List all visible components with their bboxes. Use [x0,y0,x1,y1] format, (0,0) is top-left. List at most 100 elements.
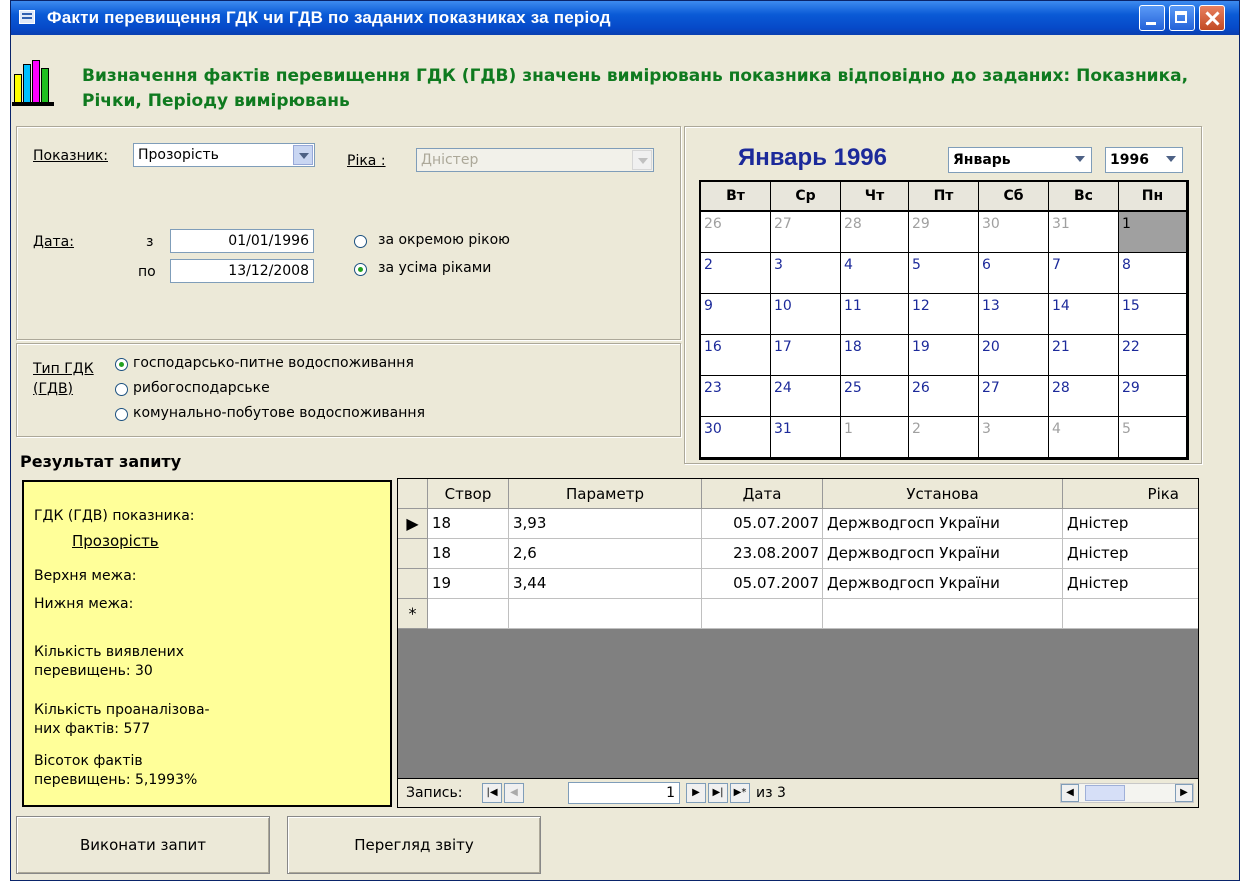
calendar-day[interactable]: 18 [841,335,909,376]
calendar-day[interactable]: 7 [1049,253,1119,294]
calendar-day-other[interactable]: 27 [771,212,841,253]
indicator-dropdown[interactable]: Прозорість [133,143,315,167]
table-cell[interactable]: 3,44 [509,569,702,599]
calendar-day[interactable]: 30 [701,417,771,458]
calendar-day[interactable]: 29 [1119,376,1187,417]
table-cell[interactable]: 05.07.2007 [702,569,823,599]
calendar-day[interactable]: 25 [841,376,909,417]
calendar-day-other[interactable]: 28 [841,212,909,253]
table-cell[interactable]: Держводгосп України [823,509,1063,539]
chevron-down-icon[interactable] [293,145,313,165]
scope-single-radio[interactable] [354,235,367,248]
table-row[interactable]: 18 2,6 23.08.2007 Держводгосп України Дністе… [398,539,1198,569]
calendar-day-other[interactable]: 30 [979,212,1049,253]
last-record-icon[interactable]: ▶| [708,783,728,803]
column-header[interactable]: Дата [702,479,823,509]
title-bar[interactable]: Факти перевищення ГДК чи ГДВ по заданих … [11,1,1239,35]
row-selector[interactable]: * [398,599,428,629]
calendar-day[interactable]: 21 [1049,335,1119,376]
results-datasheet[interactable]: Створ Параметр Дата Установа Ріка ▶ 18 3,93 05.0… [397,478,1199,807]
maximize-button[interactable] [1169,5,1195,31]
table-cell[interactable] [509,599,702,629]
table-cell[interactable]: 05.07.2007 [702,509,823,539]
table-cell[interactable] [428,599,509,629]
table-cell[interactable] [702,599,823,629]
prev-record-icon[interactable]: ◀ [504,783,524,803]
calendar-day[interactable]: 17 [771,335,841,376]
calendar-day-other[interactable]: 4 [1049,417,1119,458]
calendar-day[interactable]: 10 [771,294,841,335]
table-cell[interactable]: 18 [428,539,509,569]
table-cell[interactable]: Держводгосп України [823,569,1063,599]
scope-all-radio[interactable] [354,263,367,276]
calendar-day-other[interactable]: 3 [979,417,1049,458]
gdk-communal-radio[interactable] [115,408,128,421]
calendar-day[interactable]: 19 [909,335,979,376]
scroll-right-icon[interactable]: ▶ [1175,784,1193,802]
river-dropdown[interactable]: Дністер [416,148,654,172]
calendar-day-other[interactable]: 29 [909,212,979,253]
calendar-day[interactable]: 20 [979,335,1049,376]
table-cell[interactable] [823,599,1063,629]
calendar-day-other[interactable]: 1 [841,417,909,458]
calendar-day-other[interactable]: 31 [1049,212,1119,253]
horizontal-scrollbar[interactable]: ◀ ▶ [1060,783,1194,803]
table-cell[interactable] [1063,599,1198,629]
new-record-row[interactable]: * [398,599,1198,629]
calendar-day[interactable]: 23 [701,376,771,417]
table-cell[interactable]: 19 [428,569,509,599]
gdk-fishery-radio[interactable] [115,383,128,396]
calendar-day[interactable]: 3 [771,253,841,294]
calendar-day-other[interactable]: 26 [701,212,771,253]
calendar-day[interactable]: 27 [979,376,1049,417]
table-cell[interactable]: Дністер [1063,569,1198,599]
scroll-left-icon[interactable]: ◀ [1061,784,1079,802]
row-selector[interactable]: ▶ [398,509,428,539]
table-cell[interactable]: 23.08.2007 [702,539,823,569]
calendar-day[interactable]: 16 [701,335,771,376]
column-header[interactable]: Створ [428,479,509,509]
scroll-thumb[interactable] [1085,785,1125,801]
date-from-input[interactable]: 01/01/1996 [170,229,314,253]
calendar-day[interactable]: 13 [979,294,1049,335]
gdk-drinking-radio[interactable] [115,358,128,371]
row-selector[interactable] [398,569,428,599]
calendar-day[interactable]: 4 [841,253,909,294]
calendar-day[interactable]: 6 [979,253,1049,294]
table-cell[interactable]: 18 [428,509,509,539]
record-number-input[interactable]: 1 [568,782,680,804]
table-cell[interactable]: 3,93 [509,509,702,539]
calendar-day[interactable]: 1 [1119,212,1187,253]
column-header[interactable]: Параметр [509,479,702,509]
calendar-day[interactable]: 2 [701,253,771,294]
calendar-day[interactable]: 26 [909,376,979,417]
calendar-day[interactable]: 28 [1049,376,1119,417]
calendar-day[interactable]: 8 [1119,253,1187,294]
calendar-day[interactable]: 24 [771,376,841,417]
close-button[interactable] [1199,5,1225,31]
chevron-down-icon[interactable] [1161,149,1181,169]
calendar-day-other[interactable]: 5 [1119,417,1187,458]
table-cell[interactable]: 2,6 [509,539,702,569]
next-record-icon[interactable]: ▶ [686,783,706,803]
first-record-icon[interactable]: |◀ [482,783,502,803]
view-report-button[interactable]: Перегляд звіту [287,816,541,874]
table-cell[interactable]: Дністер [1063,539,1198,569]
calendar-day[interactable]: 5 [909,253,979,294]
table-cell[interactable]: Дністер [1063,509,1198,539]
calendar-day[interactable]: 31 [771,417,841,458]
calendar-day[interactable]: 9 [701,294,771,335]
calendar-grid[interactable]: Вт Ср Чт Пт Сб Вс Пн 26 27 28 29 30 31 1 2 3 4 5 6 7 8 9 10 11 1… [699,180,1189,460]
chevron-down-icon[interactable] [632,150,652,170]
calendar-day[interactable]: 12 [909,294,979,335]
table-row[interactable]: 19 3,44 05.07.2007 Держводгосп України Дніст… [398,569,1198,599]
table-cell[interactable]: Держводгосп України [823,539,1063,569]
run-query-button[interactable]: Виконати запит [16,816,270,874]
month-select[interactable]: Январь [948,147,1092,173]
new-record-icon[interactable]: ▶* [730,783,750,803]
date-to-input[interactable]: 13/12/2008 [170,259,314,283]
minimize-button[interactable] [1139,5,1165,31]
row-selector[interactable] [398,539,428,569]
calendar-day[interactable]: 15 [1119,294,1187,335]
column-header[interactable]: Ріка [1063,479,1198,509]
